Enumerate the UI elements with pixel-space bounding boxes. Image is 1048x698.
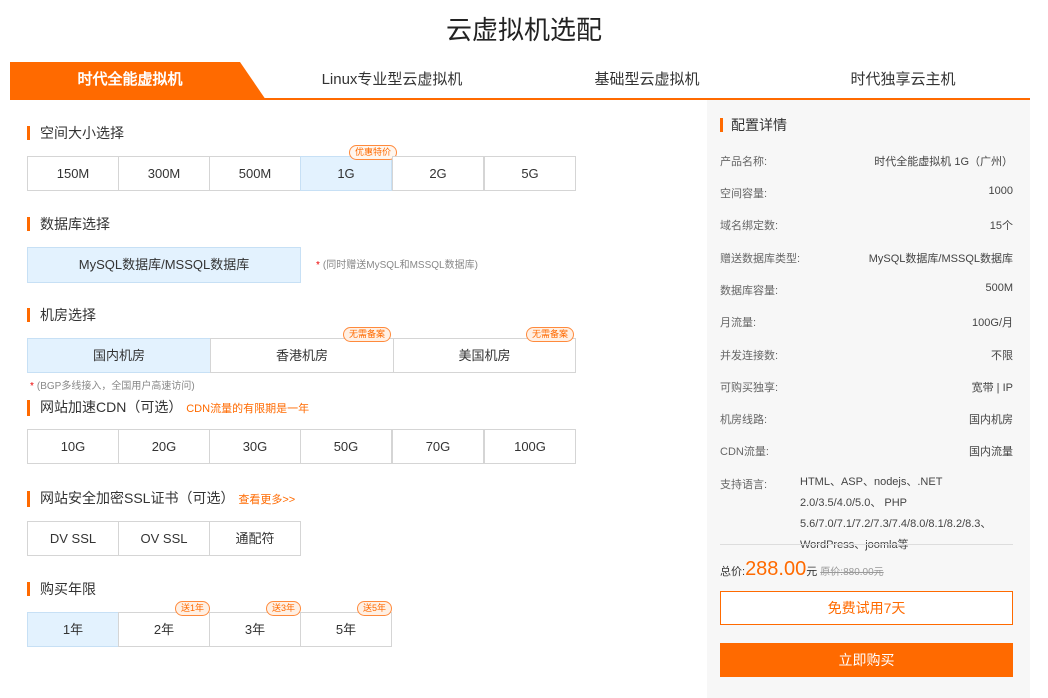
bonus-badge: 送5年 (357, 601, 393, 616)
detail-value: MySQL数据库/MSSQL数据库 (868, 253, 1013, 265)
period-option-5y[interactable]: 5年 (300, 612, 392, 647)
detail-key: 产品名称: (720, 156, 768, 168)
period-option-5y-wrap: 5年 送5年 (300, 601, 393, 647)
datacenter-option-hk-wrap: 香港机房 无需备案 (210, 327, 394, 373)
datacenter-option-usa[interactable]: 美国机房 (393, 338, 576, 373)
price-unit: 元 (806, 566, 818, 578)
space-option-2g[interactable]: 2G (392, 156, 484, 191)
database-option-mysql-mssql[interactable]: MySQL数据库/MSSQL数据库 (27, 247, 301, 283)
detail-value: 时代全能虚拟机 1G（广州） (874, 156, 1013, 168)
page-title: 云虚拟机选配 (445, 15, 602, 45)
cdn-option-100g[interactable]: 100G (484, 429, 576, 464)
cdn-section-title: 网站加速CDN（可选） CDN流量的有限期是一年 (27, 400, 309, 416)
datacenter-section-title: 机房选择 (27, 308, 96, 322)
period-option-2y-wrap: 2年 送1年 (118, 601, 211, 647)
space-option-5g[interactable]: 5G (484, 156, 576, 191)
period-option-3y-wrap: 3年 送3年 (209, 601, 302, 647)
tab-linux-vhost[interactable]: Linux专业型云虚拟机 (262, 62, 522, 98)
tab-all-round-vhost[interactable]: 时代全能虚拟机 (10, 62, 250, 98)
cdn-note: CDN流量的有限期是一年 (186, 403, 310, 415)
space-option-1g[interactable]: 1G (300, 156, 392, 191)
total-price: 288.00 (745, 558, 807, 580)
ssl-more-link[interactable]: 查看更多>> (238, 494, 295, 506)
space-option-1g-wrap: 1G 优惠特价 (300, 145, 398, 191)
detail-value: 1000 (988, 185, 1013, 197)
discount-badge: 优惠特价 (349, 145, 398, 160)
period-option-2y[interactable]: 2年 (118, 612, 210, 647)
bonus-badge: 送3年 (266, 601, 302, 616)
ssl-section-title: 网站安全加密SSL证书（可选） 查看更多>> (27, 491, 295, 507)
buy-now-button[interactable]: 立即购买 (720, 643, 1013, 677)
required-star: * (30, 381, 34, 392)
period-section-title: 购买年限 (27, 582, 96, 596)
cdn-title-text: 网站加速CDN（可选） (40, 399, 183, 415)
product-tabs: 时代全能虚拟机 Linux专业型云虚拟机 基础型云虚拟机 时代独享云主机 (10, 62, 1030, 100)
detail-key: 并发连接数: (720, 350, 779, 362)
required-star: * (316, 260, 320, 271)
detail-value: 500M (985, 282, 1013, 294)
detail-key: CDN流量: (720, 446, 769, 458)
original-price: 880.00元 (843, 567, 884, 578)
detail-row-languages: 支持语言: HTML、ASP、nodejs、.NET 2.0/3.5/4.0/5… (720, 472, 1013, 551)
period-option-1y[interactable]: 1年 (27, 612, 119, 647)
no-filing-badge: 无需备案 (343, 327, 392, 342)
datacenter-option-hongkong[interactable]: 香港机房 (210, 338, 394, 373)
detail-value: 国内机房 (969, 414, 1013, 426)
details-divider (720, 544, 1013, 545)
original-price-label: 原价: (820, 567, 844, 578)
ssl-title-text: 网站安全加密SSL证书（可选） (40, 490, 235, 506)
cdn-option-10g[interactable]: 10G (27, 429, 119, 464)
detail-value: 15个 (989, 220, 1013, 232)
detail-key: 空间容量: (720, 188, 768, 200)
ssl-option-dv[interactable]: DV SSL (27, 521, 119, 556)
detail-key: 支持语言: (720, 479, 768, 491)
ssl-option-ov[interactable]: OV SSL (118, 521, 210, 556)
cdn-option-70g[interactable]: 70G (392, 429, 484, 464)
ssl-option-wildcard[interactable]: 通配符 (209, 521, 301, 556)
detail-value: 国内流量 (969, 446, 1013, 458)
tab-dedicated-host[interactable]: 时代独享云主机 (788, 62, 1018, 98)
details-title: 配置详情 (720, 118, 787, 132)
cdn-option-50g[interactable]: 50G (300, 429, 392, 464)
space-option-500m[interactable]: 500M (209, 156, 301, 191)
cdn-option-30g[interactable]: 30G (209, 429, 301, 464)
datacenter-note-text: (BGP多线接入，全国用户高速访问) (36, 381, 195, 392)
bonus-badge: 送1年 (175, 601, 211, 616)
free-trial-button[interactable]: 免费试用7天 (720, 591, 1013, 625)
datacenter-option-domestic[interactable]: 国内机房 (27, 338, 211, 373)
period-option-3y[interactable]: 3年 (209, 612, 301, 647)
detail-key: 域名绑定数: (720, 220, 779, 232)
detail-key: 月流量: (720, 317, 757, 329)
detail-key: 赠送数据库类型: (720, 253, 801, 265)
datacenter-note: * (BGP多线接入，全国用户高速访问) (30, 377, 195, 392)
config-panel: 空间大小选择 150M 300M 500M 1G 优惠特价 2G 5G 数据库选… (10, 100, 698, 698)
tab-basic-vhost[interactable]: 基础型云虚拟机 (532, 62, 762, 98)
detail-value: 不限 (991, 350, 1013, 362)
no-filing-badge: 无需备案 (526, 327, 575, 342)
datacenter-option-us-wrap: 美国机房 无需备案 (393, 327, 576, 373)
total-label: 总价: (720, 566, 746, 578)
detail-value: 100G/月 (972, 317, 1013, 329)
database-note: * (同时赠送MySQL和MSSQL数据库) (316, 256, 478, 271)
database-note-text: (同时赠送MySQL和MSSQL数据库) (322, 260, 478, 271)
space-option-150m[interactable]: 150M (27, 156, 119, 191)
detail-key: 可购买独享: (720, 382, 779, 394)
detail-value: 宽带 | IP (971, 382, 1013, 394)
space-option-300m[interactable]: 300M (118, 156, 210, 191)
config-details-panel: 配置详情 产品名称: 时代全能虚拟机 1G（广州） 空间容量: 1000 域名绑定数… (707, 100, 1030, 698)
total-price-row: 总价:288.00元 原价:880.00元 (720, 558, 1013, 588)
space-section-title: 空间大小选择 (27, 126, 124, 140)
database-section-title: 数据库选择 (27, 217, 110, 231)
detail-key: 机房线路: (720, 414, 768, 426)
detail-key: 数据库容量: (720, 285, 779, 297)
cdn-option-20g[interactable]: 20G (118, 429, 210, 464)
